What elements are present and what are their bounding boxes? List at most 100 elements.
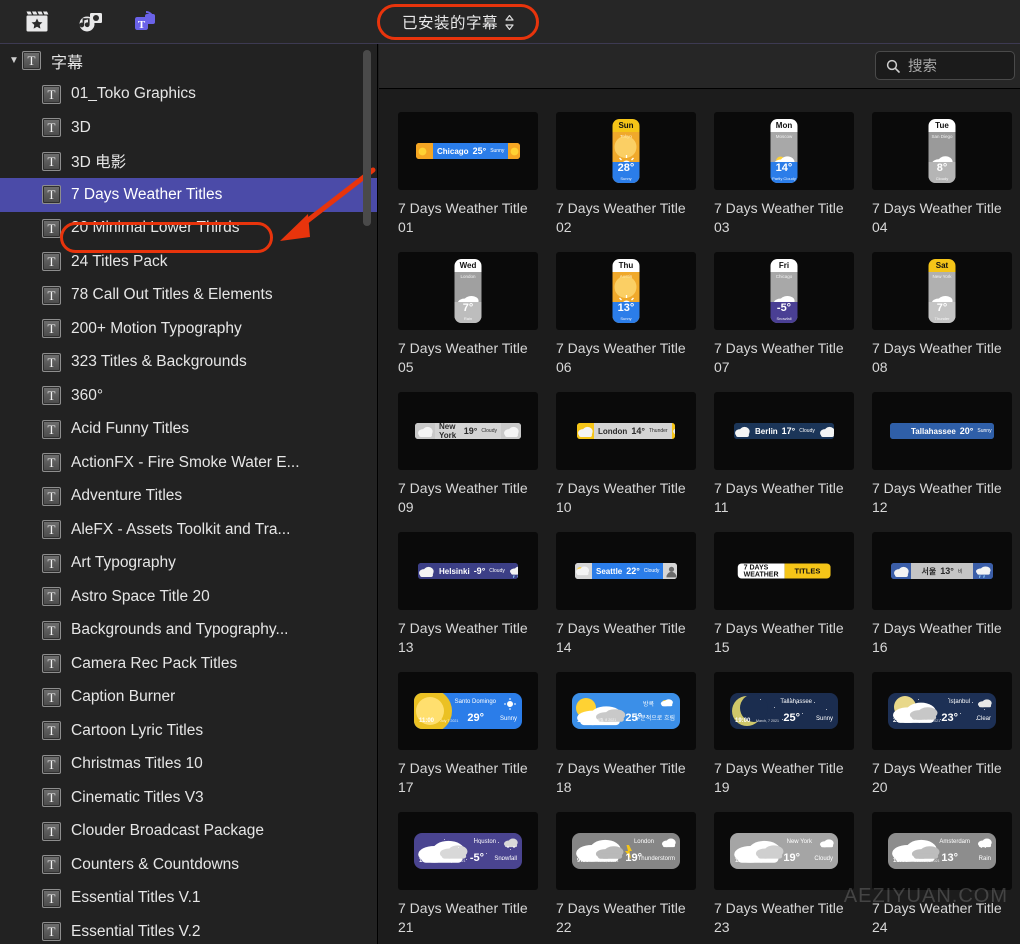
title-grid-item[interactable]: Tallahassee 25° Sunny 19:00 March, 7 2021 7 D… bbox=[714, 672, 854, 812]
sidebar-group-titles[interactable]: ▼ T 字幕 bbox=[0, 44, 377, 78]
sidebar-item-7-days-weather-titles[interactable]: T 7 Days Weather Titles bbox=[0, 178, 377, 212]
title-grid-item[interactable]: Helsinki -9° Cloudy 7 Days Weather Title 13 bbox=[398, 532, 538, 672]
sidebar-item-camera-rec-pack-titles[interactable]: T Camera Rec Pack Titles bbox=[0, 647, 377, 681]
title-grid-item[interactable]: Sat New York 7° Thunder 7 Days Weather Title… bbox=[872, 252, 1012, 392]
title-thumbnail[interactable]: Chicago 25° Sunny bbox=[398, 112, 538, 190]
title-grid-item[interactable]: Houston -5° Snowfall 14:00 January, 8 2021 7 … bbox=[398, 812, 538, 944]
sidebar-item-christmas-titles-10[interactable]: T Christmas Titles 10 bbox=[0, 748, 377, 782]
sidebar-item-counters-countdowns[interactable]: T Counters & Countdowns bbox=[0, 848, 377, 882]
title-type-icon: T bbox=[42, 386, 61, 406]
weather-condition-text: Rain bbox=[978, 856, 991, 862]
title-grid-item[interactable]: Tue San Diego 8° Cloudy 7 Days Weather Title… bbox=[872, 112, 1012, 252]
titles-category-sidebar[interactable]: ▼ T 字幕 T 01_Toko Graphics T 3D T 3D 电影 T 7 Days… bbox=[0, 44, 378, 944]
title-thumbnail[interactable]: Tallahassee 20° Sunny bbox=[872, 392, 1012, 470]
title-thumbnail[interactable]: Santo Domingo 29° Sunny 11:00 July 7 2021 bbox=[398, 672, 538, 750]
sidebar-item-astro-space-title-20[interactable]: T Astro Space Title 20 bbox=[0, 580, 377, 614]
title-grid-item[interactable]: Chicago 25° Sunny 7 Days Weather Title 01 bbox=[398, 112, 538, 252]
sidebar-item-clouder-broadcast-package[interactable]: T Clouder Broadcast Package bbox=[0, 815, 377, 849]
title-thumbnail[interactable]: 서울 13° 비 bbox=[872, 532, 1012, 610]
disclosure-triangle-icon[interactable]: ▼ bbox=[6, 55, 22, 66]
title-grid-item[interactable]: 서울 13° 비 7 Days Weather Title 16 bbox=[872, 532, 1012, 672]
title-grid-item[interactable]: London 19° Thunderstorm 9:00 June, 8 2021 7 D… bbox=[556, 812, 696, 944]
title-thumbnail[interactable]: Tue San Diego 8° Cloudy bbox=[872, 112, 1012, 190]
sidebar-item-cinematic-titles-v3[interactable]: T Cinematic Titles V3 bbox=[0, 781, 377, 815]
title-thumbnail[interactable]: New York 19° Cloudy bbox=[398, 392, 538, 470]
search-input[interactable]: 搜索 bbox=[875, 51, 1015, 80]
video-library-icon[interactable] bbox=[14, 5, 60, 39]
title-grid-item[interactable]: New York 19° Cloudy 12:00 July, 9 2021 7 Days… bbox=[714, 812, 854, 944]
title-grid-item[interactable]: Fri Chicago -5° Snowfall 7 Days Weather Titl… bbox=[714, 252, 854, 392]
title-thumbnail[interactable]: London 19° Thunderstorm 9:00 June, 8 2021 bbox=[556, 812, 696, 890]
title-grid-item[interactable]: Wed London 7° Rain 7 Days Weather Title 05 bbox=[398, 252, 538, 392]
sidebar-item-adventure-titles[interactable]: T Adventure Titles bbox=[0, 480, 377, 514]
title-thumbnail[interactable]: 7 DAYS WEATHER TITLES bbox=[714, 532, 854, 610]
title-grid-item[interactable]: Tallahassee 20° Sunny 7 Days Weather Title … bbox=[872, 392, 1012, 532]
title-thumbnail[interactable]: Mon Moscow 14° Partly Cloudy bbox=[714, 112, 854, 190]
title-thumbnail[interactable]: Seattle 22° Cloudy bbox=[556, 532, 696, 610]
sidebar-item-3d[interactable]: T 3D 电影 bbox=[0, 145, 377, 179]
title-grid-item[interactable]: Seattle 22° Cloudy 7 Days Weather Title 14 bbox=[556, 532, 696, 672]
sidebar-item-acid-funny-titles[interactable]: T Acid Funny Titles bbox=[0, 413, 377, 447]
sidebar-item-323-titles-backgrounds[interactable]: T 323 Titles & Backgrounds bbox=[0, 346, 377, 380]
title-grid-item[interactable]: Berlin 17° Cloudy 7 Days Weather Title 11 bbox=[714, 392, 854, 532]
label-right-text: TITLES bbox=[784, 563, 831, 579]
title-thumbnail[interactable]: Wed London 7° Rain bbox=[398, 252, 538, 330]
title-thumbnail[interactable]: Helsinki -9° Cloudy bbox=[398, 532, 538, 610]
title-thumbnail[interactable]: Amsterdam 13° Rain 18:00 October, 8 2021 bbox=[872, 812, 1012, 890]
sidebar-item-24-titles-pack[interactable]: T 24 Titles Pack bbox=[0, 245, 377, 279]
title-thumbnail[interactable]: Sat New York 7° Thunder bbox=[872, 252, 1012, 330]
sidebar-item-3d[interactable]: T 3D bbox=[0, 111, 377, 145]
title-thumbnail[interactable]: Istanbul 23° Clear 21:00 August, 22 2021 bbox=[872, 672, 1012, 750]
sidebar-scrollbar[interactable] bbox=[363, 50, 371, 226]
installed-titles-popup-button[interactable]: 已安装的字幕 bbox=[402, 11, 514, 33]
sidebar-item-78-call-out-titles-elements[interactable]: T 78 Call Out Titles & Elements bbox=[0, 279, 377, 313]
title-thumbnail[interactable]: London 14° Thunder bbox=[556, 392, 696, 470]
title-grid-item[interactable]: Santo Domingo 29° Sunny 11:00 July 7 2021 7 D… bbox=[398, 672, 538, 812]
sidebar-item-01-toko-graphics[interactable]: T 01_Toko Graphics bbox=[0, 78, 377, 112]
sidebar-item-360[interactable]: T 360° bbox=[0, 379, 377, 413]
title-grid-item[interactable]: Istanbul 23° Clear 21:00 August, 22 2021 7 Da… bbox=[872, 672, 1012, 812]
left-weather-icon bbox=[416, 143, 433, 159]
title-grid-item[interactable]: London 14° Thunder 7 Days Weather Title 10 bbox=[556, 392, 696, 532]
search-bar: 搜索 bbox=[379, 44, 1020, 89]
sidebar-item-essential-titles-v-2[interactable]: T Essential Titles V.2 bbox=[0, 915, 377, 944]
weather-wide-card: 방콕 25° 부분적으로 흐림 12:00 6월, 8 2021 bbox=[572, 693, 680, 729]
title-caption: 7 Days Weather Title 18 bbox=[556, 760, 686, 795]
title-grid-item[interactable]: 방콕 25° 부분적으로 흐림 12:00 6월, 8 2021 7 Days Weath… bbox=[556, 672, 696, 812]
title-grid-item[interactable]: New York 19° Cloudy 7 Days Weather Title 09 bbox=[398, 392, 538, 532]
weather-title-label: 7 DAYS WEATHER TITLES bbox=[737, 563, 831, 579]
weather-condition-text: Sunny bbox=[620, 176, 632, 181]
sidebar-item-actionfx-fire-smoke-water-e[interactable]: T ActionFX - Fire Smoke Water E... bbox=[0, 446, 377, 480]
title-grid-item[interactable]: ThuAustin13°Sunny7 Days Weather Title 06 bbox=[556, 252, 696, 392]
title-grid-item[interactable]: Amsterdam 13° Rain 18:00 October, 8 2021 7 Da… bbox=[872, 812, 1012, 944]
title-thumbnail[interactable]: SunTokyo28°Sunny bbox=[556, 112, 696, 190]
title-caption: 7 Days Weather Title 03 bbox=[714, 200, 844, 235]
title-type-icon: T bbox=[42, 218, 61, 238]
sidebar-item-20-minimal-lower-thirds[interactable]: T 20 Minimal Lower Thirds bbox=[0, 212, 377, 246]
title-thumbnail[interactable]: Berlin 17° Cloudy bbox=[714, 392, 854, 470]
sidebar-item-backgrounds-and-typography[interactable]: T Backgrounds and Typography... bbox=[0, 614, 377, 648]
title-grid-item[interactable]: SunTokyo28°Sunny7 Days Weather Title 02 bbox=[556, 112, 696, 252]
title-grid-item[interactable]: Mon Moscow 14° Partly Cloudy 7 Days Weather … bbox=[714, 112, 854, 252]
sidebar-item-essential-titles-v-1[interactable]: T Essential Titles V.1 bbox=[0, 882, 377, 916]
title-type-icon: T bbox=[42, 84, 61, 104]
sidebar-item-art-typography[interactable]: T Art Typography bbox=[0, 547, 377, 581]
title-thumbnail[interactable]: 방콕 25° 부분적으로 흐림 12:00 6월, 8 2021 bbox=[556, 672, 696, 750]
title-type-icon: T bbox=[42, 520, 61, 540]
title-thumbnail[interactable]: Houston -5° Snowfall 14:00 January, 8 2021 bbox=[398, 812, 538, 890]
sidebar-item-200-motion-typography[interactable]: T 200+ Motion Typography bbox=[0, 312, 377, 346]
sidebar-item-caption-burner[interactable]: T Caption Burner bbox=[0, 681, 377, 715]
sidebar-item-alefx-assets-toolkit-and-tra[interactable]: T AleFX - Assets Toolkit and Tra... bbox=[0, 513, 377, 547]
title-grid-item[interactable]: 7 DAYS WEATHER TITLES 7 Days Weather Title… bbox=[714, 532, 854, 672]
weather-condition-text: Thunder bbox=[648, 428, 668, 434]
right-weather-icon bbox=[508, 563, 518, 579]
title-thumbnail[interactable]: Tallahassee 25° Sunny 19:00 March, 7 2021 bbox=[714, 672, 854, 750]
title-thumbnail[interactable]: ThuAustin13°Sunny bbox=[556, 252, 696, 330]
title-thumbnail[interactable]: New York 19° Cloudy 12:00 July, 9 2021 bbox=[714, 812, 854, 890]
sidebar-item-cartoon-lyric-titles[interactable]: T Cartoon Lyric Titles bbox=[0, 714, 377, 748]
title-thumbnail[interactable]: Fri Chicago -5° Snowfall bbox=[714, 252, 854, 330]
weather-condition-text: Snowfall bbox=[494, 856, 517, 862]
title-type-icon: T bbox=[42, 821, 61, 841]
titles-generators-icon[interactable]: T bbox=[122, 5, 168, 39]
audio-photos-icon[interactable] bbox=[68, 5, 114, 39]
